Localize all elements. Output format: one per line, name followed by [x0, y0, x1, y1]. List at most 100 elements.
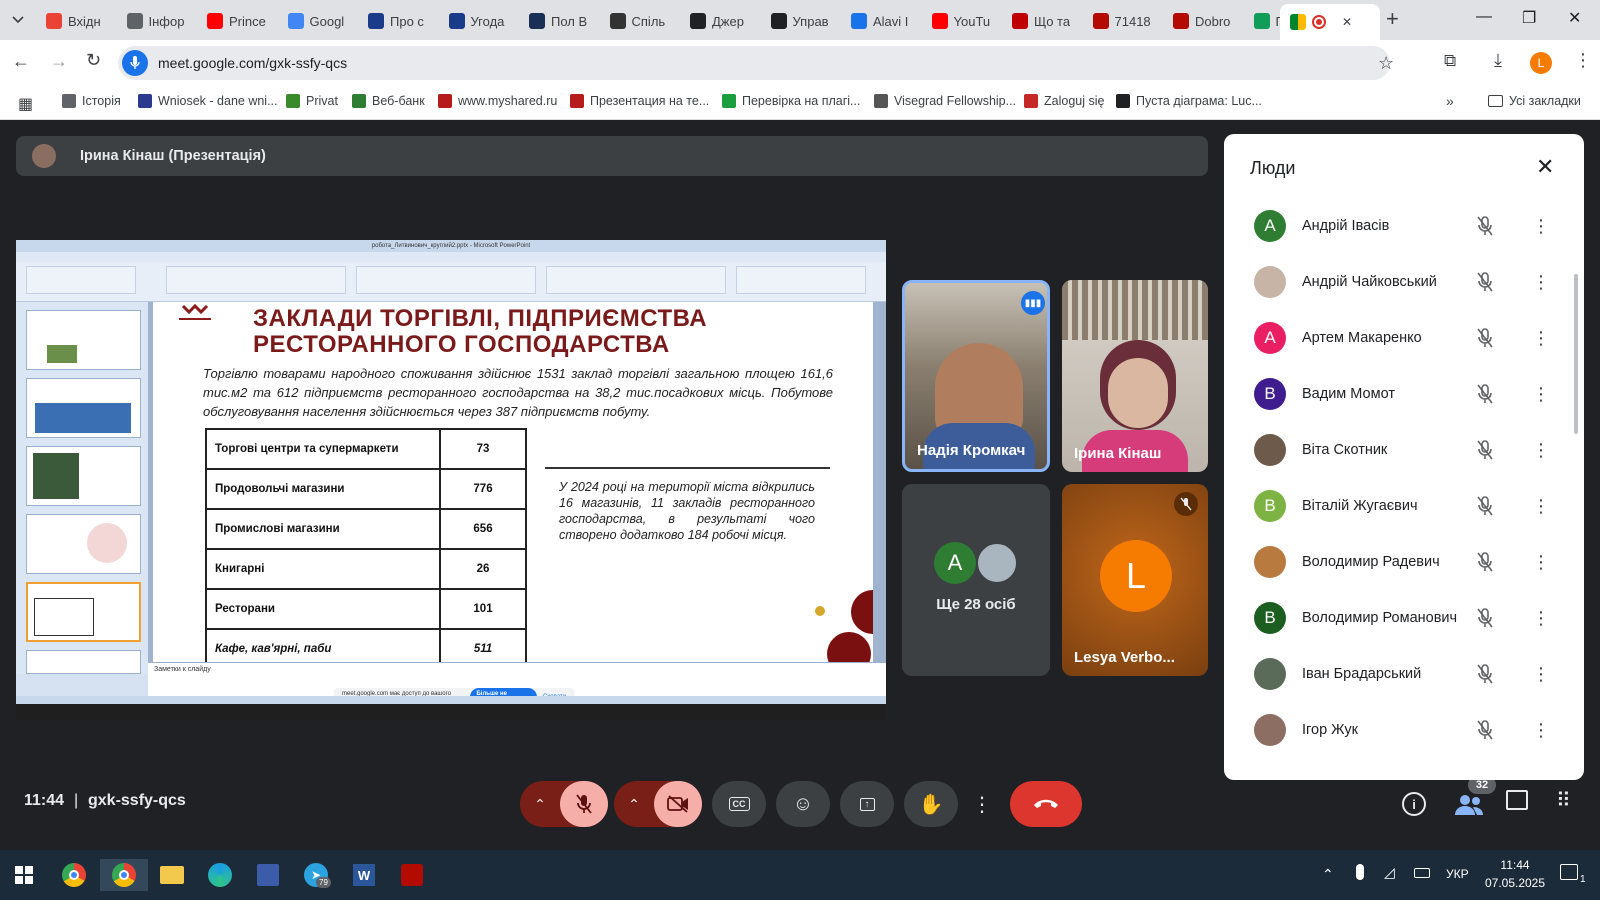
reload-icon[interactable]: ↻	[86, 50, 101, 71]
mic-toggle-button[interactable]	[560, 781, 608, 827]
browser-tab[interactable]: Спіль	[604, 8, 677, 34]
reactions-button[interactable]: ☺	[776, 781, 830, 827]
tray-battery-icon[interactable]	[1414, 868, 1430, 878]
participant-row[interactable]: Володимир Радевич ⋮	[1224, 534, 1572, 590]
participant-row[interactable]: В Володимир Романович ⋮	[1224, 590, 1572, 646]
raise-hand-button[interactable]: ✋	[904, 781, 958, 827]
more-vert-icon[interactable]: ⋮	[1532, 440, 1550, 461]
mic-options-chevron-icon[interactable]: ⌃	[520, 796, 560, 813]
slide-thumbnail[interactable]	[26, 650, 141, 674]
bookmark-item[interactable]: Zaloguj się	[1024, 94, 1104, 108]
bookmark-item[interactable]: Пуста діаграма: Luc...	[1116, 94, 1262, 108]
taskbar-edge[interactable]	[204, 859, 236, 891]
maximize-icon[interactable]: ❐	[1522, 8, 1536, 28]
captions-button[interactable]: CC	[712, 781, 766, 827]
taskbar-acrobat[interactable]	[396, 859, 428, 891]
more-participants-tile[interactable]: A Ще 28 осіб	[902, 484, 1050, 676]
people-scrollbar[interactable]	[1574, 274, 1578, 434]
close-panel-icon[interactable]: ✕	[1536, 154, 1554, 180]
browser-tab[interactable]: Інфор	[121, 8, 194, 34]
profile-avatar[interactable]: L	[1530, 52, 1552, 74]
minimize-icon[interactable]: —	[1476, 8, 1492, 26]
activities-grid-icon[interactable]: ⠿	[1556, 788, 1571, 813]
people-button[interactable]: 32	[1452, 776, 1496, 820]
browser-tab[interactable]: Управ	[765, 8, 838, 34]
participant-tile[interactable]: L Lesya Verbo...	[1062, 484, 1208, 676]
taskbar-chrome[interactable]	[58, 859, 90, 891]
more-vert-icon[interactable]: ⋮	[1532, 496, 1550, 517]
tray-language[interactable]: УКР	[1446, 867, 1469, 881]
browser-tab[interactable]: Prince	[201, 8, 274, 34]
apps-grid-icon[interactable]: ▦	[18, 94, 33, 114]
more-vert-icon[interactable]: ⋮	[1532, 608, 1550, 629]
browser-tab[interactable]: Вхідн	[40, 8, 113, 34]
browser-menu-icon[interactable]: ⋮	[1574, 50, 1592, 71]
omnibox[interactable]: meet.google.com/gxk-ssfy-qcs ☆	[118, 46, 1394, 80]
slide-thumbnail-active[interactable]	[26, 582, 141, 642]
camera-options-chevron-icon[interactable]: ⌃	[614, 796, 654, 813]
browser-tab[interactable]: Googl	[282, 8, 355, 34]
bookmarks-overflow-icon[interactable]: »	[1446, 93, 1454, 109]
extensions-icon[interactable]: ⧉	[1444, 51, 1456, 71]
participant-row[interactable]: Ігор Жук ⋮	[1224, 702, 1572, 758]
tray-overflow-icon[interactable]: ⌃	[1322, 866, 1334, 883]
taskbar-telegram[interactable]: ➤ 79	[300, 859, 332, 891]
participant-row[interactable]: В Віталій Жугаєвич ⋮	[1224, 478, 1572, 534]
all-bookmarks[interactable]: Усі закладки	[1488, 94, 1581, 108]
url-text[interactable]: meet.google.com/gxk-ssfy-qcs	[158, 55, 347, 71]
site-mic-icon[interactable]	[122, 50, 148, 76]
present-button[interactable]: ↑	[840, 781, 894, 827]
slide-thumbnail[interactable]	[26, 514, 141, 574]
tray-network-icon[interactable]: ◿	[1384, 864, 1395, 881]
bookmark-item[interactable]: Privat	[286, 94, 338, 108]
taskbar-word[interactable]: W	[348, 859, 380, 891]
participant-row[interactable]: А Артем Макаренко ⋮	[1224, 310, 1572, 366]
bookmark-item[interactable]: www.myshared.ru	[438, 94, 557, 108]
forward-icon[interactable]: →	[50, 51, 68, 72]
browser-tab[interactable]: Що та	[1006, 8, 1079, 34]
more-vert-icon[interactable]: ⋮	[1532, 328, 1550, 349]
meeting-details-icon[interactable]: i	[1402, 792, 1426, 816]
participant-row[interactable]: В Вадим Момот ⋮	[1224, 366, 1572, 422]
browser-tab[interactable]: 71418	[1087, 8, 1160, 34]
participant-tile[interactable]: ▮▮▮ Надія Кромкач	[902, 280, 1050, 472]
bookmark-item[interactable]: Історія	[62, 94, 121, 108]
more-vert-icon[interactable]: ⋮	[1532, 216, 1550, 237]
bookmark-item[interactable]: Веб-банк	[352, 94, 425, 108]
tray-mic-icon[interactable]	[1356, 864, 1364, 880]
notifications-icon[interactable]	[1560, 864, 1578, 880]
slide-thumbnail[interactable]	[26, 378, 141, 438]
more-vert-icon[interactable]: ⋮	[1532, 552, 1550, 573]
browser-tab[interactable]: Пол В	[523, 8, 596, 34]
bookmark-star-icon[interactable]: ☆	[1378, 53, 1394, 74]
browser-tab[interactable]: Угода	[443, 8, 516, 34]
slide-thumbnail[interactable]	[26, 310, 141, 370]
participant-row[interactable]: Іван Брадарський ⋮	[1224, 646, 1572, 702]
chat-icon[interactable]	[1506, 790, 1528, 810]
participant-row[interactable]: Віта Скотник ⋮	[1224, 422, 1572, 478]
taskbar-explorer[interactable]	[156, 859, 188, 891]
downloads-icon[interactable]: ⤓	[1494, 50, 1502, 71]
close-window-icon[interactable]: ✕	[1568, 8, 1581, 28]
bookmark-item[interactable]: Wniosek - dane wni...	[138, 94, 278, 108]
browser-tab[interactable]: Dobro	[1167, 8, 1240, 34]
leave-call-button[interactable]	[1010, 781, 1082, 827]
more-vert-icon[interactable]: ⋮	[1532, 384, 1550, 405]
participant-row[interactable]: Андрій Чайковський ⋮	[1224, 254, 1572, 310]
taskbar-app[interactable]	[252, 859, 284, 891]
taskbar-chrome-active[interactable]	[100, 859, 148, 891]
start-button[interactable]	[8, 859, 40, 891]
tab-close-icon[interactable]: ✕	[1342, 15, 1352, 29]
tab-search-icon[interactable]	[8, 10, 28, 30]
browser-tab[interactable]: YouTu	[926, 8, 999, 34]
browser-tab[interactable]: Про с	[362, 8, 435, 34]
tab-google-meet[interactable]: ✕	[1280, 4, 1380, 40]
more-options-button[interactable]: ⋮	[968, 781, 996, 827]
tray-clock[interactable]: 11:44 07.05.2025	[1484, 856, 1546, 892]
bookmark-item[interactable]: Перевірка на плагі...	[722, 94, 860, 108]
bookmark-item[interactable]: Презентация на те...	[570, 94, 709, 108]
participant-tile[interactable]: Ірина Кінаш	[1062, 280, 1208, 472]
back-icon[interactable]: ←	[12, 51, 30, 72]
browser-tab[interactable]: Alavi I	[845, 8, 918, 34]
camera-toggle-button[interactable]	[654, 781, 702, 827]
